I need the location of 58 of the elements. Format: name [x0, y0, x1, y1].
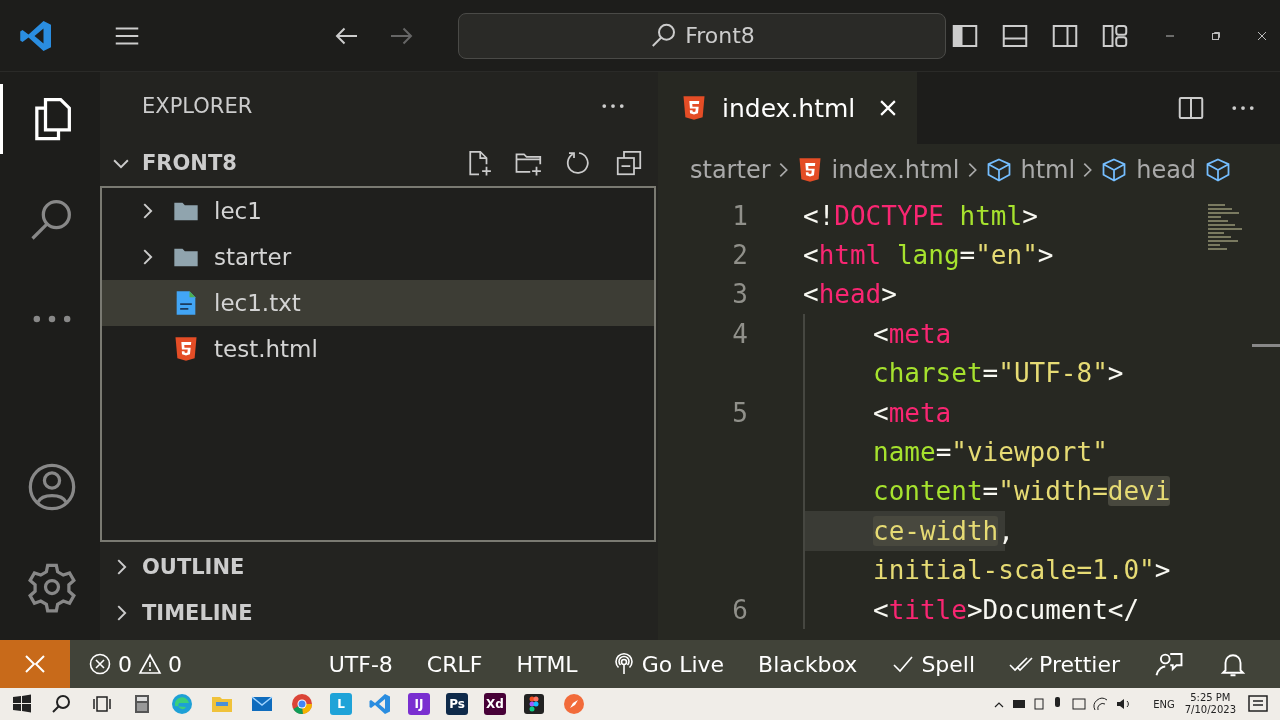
line-number: 5	[732, 397, 748, 428]
code-line: charset="UTF-8">	[803, 353, 1124, 393]
restore-icon[interactable]	[1210, 29, 1222, 42]
breadcrumb[interactable]: starter	[690, 156, 771, 184]
line-number: 6	[732, 594, 748, 625]
app-tile-icon[interactable]: Xd	[484, 693, 506, 715]
compass-app-icon[interactable]	[562, 692, 586, 716]
problems-status[interactable]: 0 0	[88, 651, 182, 677]
line-number: 1	[732, 200, 748, 231]
collapse-all-icon[interactable]	[614, 148, 644, 178]
code-line: <meta	[803, 314, 952, 354]
error-icon	[88, 652, 112, 676]
breadcrumb[interactable]: html	[1020, 156, 1076, 184]
close-icon[interactable]	[1256, 29, 1268, 42]
code-line: <head>	[803, 278, 897, 312]
code-line: <html lang="en">	[803, 239, 1054, 273]
code-line: content="width=devi	[803, 471, 1171, 512]
breadcrumb[interactable]: index.html	[831, 156, 960, 184]
editor-tab[interactable]: index.html	[658, 72, 918, 144]
folder-name[interactable]: FRONT8	[142, 151, 237, 175]
status-item[interactable]: Spell	[891, 651, 976, 677]
file-tree-item[interactable]: lec1	[102, 188, 654, 234]
file-tree-item[interactable]: starter	[102, 234, 654, 280]
line-number: 4	[732, 318, 748, 349]
edge-browser-icon[interactable]	[170, 692, 194, 716]
line-number: 2	[732, 240, 748, 271]
status-item[interactable]: CRLF	[426, 651, 483, 677]
code-line: <meta	[803, 392, 952, 433]
chevron-icon	[1083, 162, 1093, 178]
status-item[interactable]: Prettier	[1009, 651, 1120, 677]
settings-icon[interactable]	[25, 561, 78, 613]
code-line: name="viewport"	[803, 432, 1108, 472]
code-line: <!DOCTYPE html>	[803, 199, 1038, 233]
language-indicator[interactable]: ENG	[1153, 698, 1175, 710]
command-search-field[interactable]: Front8	[458, 12, 946, 59]
line-number: 3	[732, 279, 748, 310]
status-item[interactable]: UTF-8	[328, 651, 393, 677]
warning-icon	[138, 652, 162, 676]
app-tile-icon[interactable]: IJ	[408, 693, 430, 715]
code-line: initial-scale=1.0">	[803, 550, 1171, 590]
app-tile-icon[interactable]: Ps	[446, 693, 468, 715]
chevron-icon	[778, 162, 788, 178]
vscode-logo-icon[interactable]	[368, 692, 392, 716]
file-tree-item[interactable]: lec1.txt	[102, 280, 654, 326]
status-item[interactable]: Blackbox	[758, 651, 858, 677]
chrome-browser-icon[interactable]	[290, 692, 314, 716]
status-item[interactable]: HTML	[516, 651, 578, 677]
explorer-title: EXPLORER	[142, 94, 253, 118]
section-header[interactable]: OUTLINE	[142, 555, 245, 579]
file-tree-item[interactable]: test.html	[102, 326, 654, 372]
clock-date[interactable]: 7/10/2023	[1184, 704, 1236, 716]
clock-time[interactable]: 5:25 PM	[1190, 692, 1231, 704]
figma-icon[interactable]	[522, 692, 546, 716]
status-item[interactable]: Go Live	[611, 651, 725, 677]
code-line: <title>Document</	[803, 589, 1140, 630]
breadcrumb[interactable]: head	[1136, 156, 1197, 184]
chevron-icon	[967, 162, 977, 178]
section-header[interactable]: TIMELINE	[142, 601, 253, 625]
